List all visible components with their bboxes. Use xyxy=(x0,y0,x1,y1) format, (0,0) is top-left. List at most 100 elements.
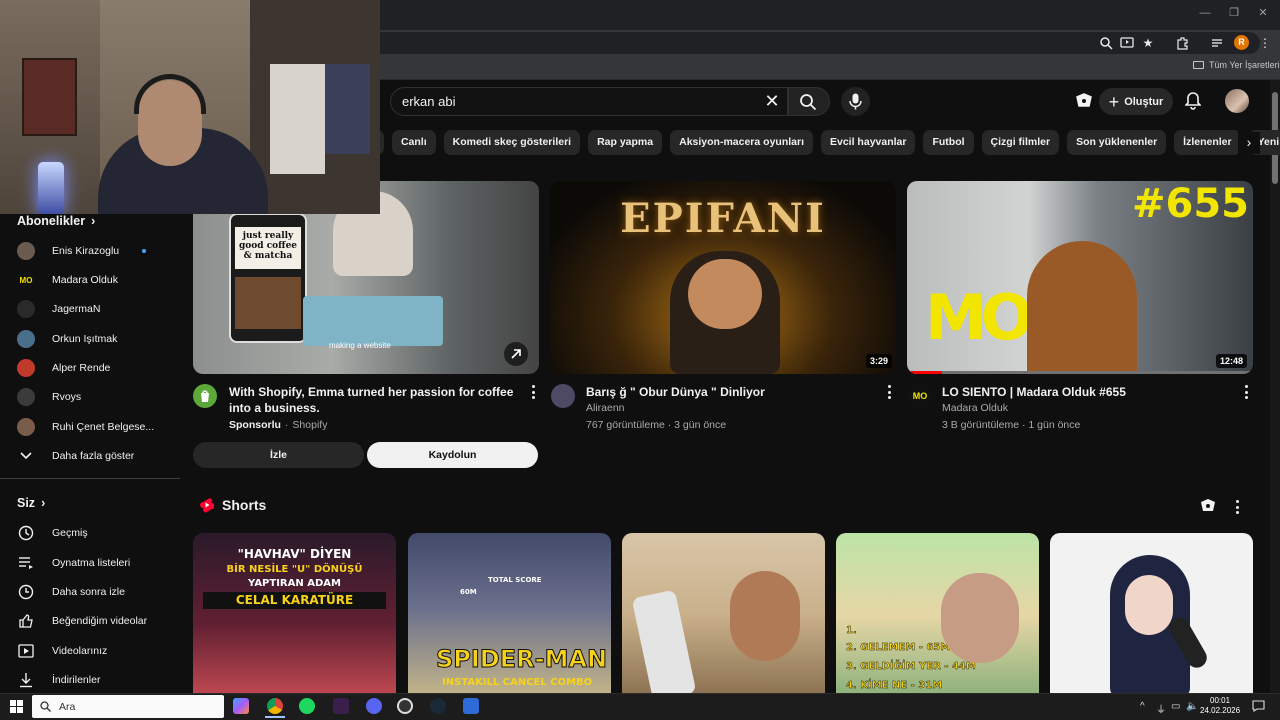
cast-icon[interactable] xyxy=(1120,36,1134,50)
sidebar-item-downloads[interactable]: İndirilenler xyxy=(17,670,100,690)
short-card[interactable]: TOTAL SCORE 60M SPIDER-MAN INSTAKILL CAN… xyxy=(408,533,611,698)
account-avatar[interactable] xyxy=(1225,89,1249,113)
video-meta: 3 B görüntüleme · 1 gün önce xyxy=(942,419,1081,431)
search-button[interactable] xyxy=(788,87,830,116)
more-options-icon[interactable] xyxy=(530,385,536,399)
sidebar-sub-item[interactable]: JagermaN xyxy=(17,299,100,319)
thumb-sign-text: just really good coffee & matcha xyxy=(235,227,301,269)
browser-menu-icon[interactable]: ⋮ xyxy=(1257,35,1273,51)
sidebar-item-history[interactable]: Geçmiş xyxy=(17,523,88,543)
restore-icon[interactable]: ❐ xyxy=(1227,6,1241,20)
obs-icon[interactable] xyxy=(397,698,413,714)
chrome-icon[interactable] xyxy=(267,698,283,714)
voice-search-button[interactable] xyxy=(841,87,870,116)
watch-button[interactable]: İzle xyxy=(193,442,364,468)
your-videos-icon xyxy=(17,642,35,660)
network-icon[interactable]: ▭ xyxy=(1171,701,1180,712)
sidebar-item-watch-later[interactable]: Daha sonra izle xyxy=(17,582,125,602)
sidebar-item-your-videos[interactable]: Videolarınız xyxy=(17,641,107,661)
all-bookmarks-label: Tüm Yer İşaretleri xyxy=(1209,60,1280,70)
playlists-icon xyxy=(17,554,35,572)
shopify-avatar[interactable] xyxy=(193,384,217,408)
browser-profile-avatar[interactable]: R xyxy=(1234,35,1249,50)
channel-name[interactable]: Madara Olduk xyxy=(942,402,1008,414)
volume-icon[interactable]: 🔈 xyxy=(1186,701,1198,712)
video-title[interactable]: LO SIENTO | Madara Olduk #655 xyxy=(942,384,1222,400)
notifications-icon[interactable] xyxy=(1252,700,1265,712)
short-card[interactable]: "HAVHAV" DİYEN BİR NESİLE "U" DÖNÜŞÜ YAP… xyxy=(193,533,396,698)
subscriptions-heading[interactable]: Abonelikler › xyxy=(17,214,95,228)
sidebar-item-liked[interactable]: Beğendiğim videolar xyxy=(17,611,147,631)
sidebar-sub-item[interactable]: Rvoys xyxy=(17,387,81,407)
chip[interactable]: İzlenenler xyxy=(1174,130,1241,155)
video-thumbnail[interactable]: MO #655 xyxy=(907,181,1253,374)
advertiser-name[interactable]: Shopify xyxy=(292,419,327,431)
create-button[interactable]: + Oluştur xyxy=(1099,88,1173,115)
more-options-icon[interactable] xyxy=(886,385,892,399)
vs-icon[interactable] xyxy=(333,698,349,714)
chip[interactable]: Aksiyon-macera oyunları xyxy=(670,130,813,155)
sidebar-sub-item[interactable]: Alper Rende xyxy=(17,358,110,378)
chips-next-button[interactable]: › xyxy=(1238,132,1260,154)
close-window-icon[interactable]: ✕ xyxy=(1256,6,1270,20)
minimize-icon[interactable]: — xyxy=(1198,6,1212,20)
sidebar-sub-item[interactable]: MO Madara Olduk xyxy=(17,270,118,290)
you-heading[interactable]: Siz › xyxy=(17,496,45,510)
thumb-logo-text: MO xyxy=(925,281,1033,354)
meta-dot: · xyxy=(284,419,289,431)
search-icon xyxy=(40,701,51,712)
chip[interactable]: Çizgi filmler xyxy=(981,130,1060,155)
short-card[interactable] xyxy=(622,533,825,698)
watch-progress-fill xyxy=(907,371,942,374)
sidebar-item-label: Rvoys xyxy=(52,391,82,403)
sidebar-sub-item[interactable]: Ruhi Çenet Belgese... xyxy=(17,417,154,437)
zoom-icon[interactable] xyxy=(1099,36,1113,50)
reading-list-icon[interactable] xyxy=(1210,36,1224,50)
extensions-icon[interactable] xyxy=(1175,36,1189,50)
sidebar-sub-item[interactable]: Enis Kirazoglu xyxy=(17,241,119,261)
video-title[interactable]: Barış ğ " Obur Dünya " Dinliyor xyxy=(586,384,866,400)
channel-avatar xyxy=(17,359,35,377)
discord-icon[interactable] xyxy=(366,698,382,714)
system-clock[interactable]: 00:01 24.02.2026 xyxy=(1200,696,1240,716)
chip[interactable]: Evcil hayvanlar xyxy=(821,130,916,155)
spotify-icon[interactable] xyxy=(299,698,315,714)
chevron-right-icon: › xyxy=(41,496,46,510)
usb-icon[interactable]: ⏚ xyxy=(1156,701,1166,716)
app-icon[interactable] xyxy=(463,698,479,714)
sidebar-item-playlists[interactable]: Oynatma listeleri xyxy=(17,553,130,573)
open-link-icon[interactable] xyxy=(504,342,528,366)
ad-title[interactable]: With Shopify, Emma turned her passion fo… xyxy=(229,384,525,416)
can-shape xyxy=(631,589,697,698)
steam-icon[interactable] xyxy=(430,698,446,714)
chip[interactable]: Rap yapma xyxy=(588,130,663,155)
channel-name[interactable]: Aliraenn xyxy=(586,402,625,414)
channel-avatar[interactable] xyxy=(551,384,575,408)
chip[interactable]: Futbol xyxy=(923,130,974,155)
tray-expand-icon[interactable]: ^ xyxy=(1140,701,1145,712)
clear-search-icon[interactable]: ✕ xyxy=(762,91,782,111)
short-card[interactable]: 1. 2. GELEMEM - 65M 3. GELDİĞİM YER - 44… xyxy=(836,533,1039,698)
all-bookmarks-folder[interactable]: Tüm Yer İşaretleri xyxy=(1193,60,1280,70)
windows-start-icon[interactable] xyxy=(10,700,23,713)
signup-button[interactable]: Kaydolun xyxy=(367,442,538,468)
short-card[interactable] xyxy=(1050,533,1253,698)
cast-icon[interactable] xyxy=(1075,93,1093,109)
not-interested-icon[interactable] xyxy=(1199,498,1217,514)
taskbar-search[interactable]: Ara xyxy=(32,695,224,718)
sidebar-divider xyxy=(0,478,180,479)
show-more-button[interactable]: Daha fazla göster xyxy=(17,446,134,466)
search-input[interactable]: erkan abi xyxy=(402,94,455,109)
sidebar-sub-item[interactable]: Orkun Işıtmak xyxy=(17,329,117,349)
chip[interactable]: Komedi skeç gösterileri xyxy=(443,130,581,155)
channel-avatar[interactable]: MO xyxy=(908,384,932,408)
taskbar-search-placeholder: Ara xyxy=(59,700,76,713)
bookmark-star-icon[interactable]: ★ xyxy=(1140,35,1156,51)
copilot-icon[interactable] xyxy=(233,698,249,714)
shorts-more-options-icon[interactable] xyxy=(1234,500,1240,514)
video-thumbnail[interactable]: EPIFANI xyxy=(550,181,896,374)
chip[interactable]: Canlı xyxy=(391,130,436,155)
chip[interactable]: Son yüklenenler xyxy=(1067,130,1167,155)
more-options-icon[interactable] xyxy=(1243,385,1249,399)
notifications-bell-icon[interactable] xyxy=(1185,92,1201,110)
